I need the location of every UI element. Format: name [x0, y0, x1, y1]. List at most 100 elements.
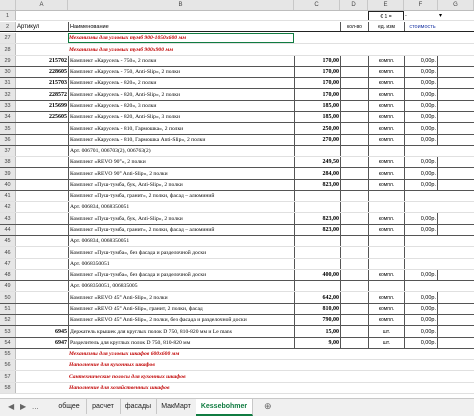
cost-cell[interactable]: 0,00р.	[404, 135, 438, 145]
price-cell[interactable]: 170,00	[294, 89, 340, 100]
qty-cell[interactable]	[340, 56, 368, 66]
name-cell[interactable]: Комплект «Карусель - 810, Гармошка Anti-…	[68, 135, 294, 145]
price-cell[interactable]	[294, 349, 340, 359]
price-cell[interactable]: 400,00	[294, 270, 340, 280]
row-number[interactable]: 45	[0, 236, 16, 246]
unit-cell[interactable]: компл.	[368, 225, 404, 235]
column-header-e[interactable]: E	[368, 0, 404, 10]
name-cell[interactable]: Арт. 006834, 0068350051	[68, 236, 294, 246]
price-cell[interactable]: 15,00	[294, 326, 340, 337]
article-cell[interactable]: 215702	[16, 56, 68, 66]
unit-cell[interactable]: компл.	[368, 89, 404, 100]
row-number[interactable]: 46	[0, 247, 16, 258]
header-name-cell[interactable]: Наименование	[68, 22, 294, 31]
column-header-a[interactable]: A	[16, 0, 68, 10]
price-cell[interactable]	[294, 259, 340, 269]
article-cell[interactable]	[16, 360, 68, 370]
qty-cell[interactable]	[340, 326, 368, 337]
cost-cell[interactable]	[404, 146, 438, 156]
article-cell[interactable]	[16, 168, 68, 179]
qty-cell[interactable]	[340, 281, 368, 291]
article-cell[interactable]	[16, 292, 68, 303]
name-cell[interactable]: Комплект «Карусель - 750, Anti-Slip», 2 …	[68, 67, 294, 77]
more-tabs-icon[interactable]: ...	[32, 399, 39, 414]
qty-cell[interactable]	[340, 292, 368, 303]
cost-cell[interactable]: 0,00р.	[404, 101, 438, 111]
name-cell[interactable]: Сантехнические полосы для кухонных шкафо…	[68, 371, 294, 382]
row-number[interactable]: 58	[0, 383, 16, 393]
article-cell[interactable]	[16, 247, 68, 258]
article-cell[interactable]	[16, 123, 68, 134]
row-number[interactable]: 44	[0, 225, 16, 235]
unit-cell[interactable]	[368, 281, 404, 291]
name-cell[interactable]: Механизмы для угловых шкафов 600х600 мм	[68, 349, 294, 359]
tab-kessebohmer[interactable]: Kessebohmer	[196, 399, 253, 416]
cost-cell[interactable]: 0,00р.	[404, 180, 438, 190]
row-number[interactable]: 32	[0, 89, 16, 100]
cost-cell[interactable]: 0,00р.	[404, 304, 438, 314]
row-number[interactable]: 49	[0, 281, 16, 291]
qty-cell[interactable]	[340, 304, 368, 314]
article-cell[interactable]	[16, 135, 68, 145]
price-cell[interactable]	[294, 202, 340, 212]
cost-cell[interactable]	[404, 191, 438, 201]
cost-cell[interactable]: 0,00р.	[404, 338, 438, 348]
unit-cell[interactable]: компл.	[368, 157, 404, 167]
row-number[interactable]: 35	[0, 123, 16, 134]
qty-cell[interactable]	[340, 67, 368, 77]
name-cell[interactable]: Комплект «Пуш-тумба, бук, Anti-Slip», 2 …	[68, 213, 294, 224]
cost-cell[interactable]: 0,00р.	[404, 112, 438, 122]
name-cell[interactable]: Механизмы для угловых тумб 900-1050х600 …	[68, 33, 294, 43]
price-cell[interactable]	[294, 146, 340, 156]
unit-cell[interactable]	[368, 360, 404, 370]
price-cell[interactable]: 170,00	[294, 78, 340, 88]
price-cell[interactable]: 810,00	[294, 304, 340, 314]
euro-label-cell[interactable]: € 1 =	[368, 11, 404, 20]
row-number[interactable]: 28	[0, 44, 16, 55]
qty-cell[interactable]	[340, 101, 368, 111]
qty-cell[interactable]	[340, 371, 368, 382]
unit-cell[interactable]	[368, 33, 404, 43]
cost-cell[interactable]	[404, 259, 438, 269]
cost-cell[interactable]: 0,00р.	[404, 270, 438, 280]
qty-cell[interactable]	[340, 247, 368, 258]
row-number[interactable]: 41	[0, 191, 16, 201]
qty-cell[interactable]	[340, 33, 368, 43]
price-cell[interactable]: 790,00	[294, 315, 340, 325]
cost-cell[interactable]	[404, 349, 438, 359]
column-header-d[interactable]: D	[340, 0, 368, 10]
article-cell[interactable]	[16, 304, 68, 314]
qty-cell[interactable]	[340, 383, 368, 393]
article-cell[interactable]	[16, 146, 68, 156]
cost-cell[interactable]	[404, 44, 438, 55]
article-cell[interactable]	[16, 33, 68, 43]
unit-cell[interactable]: компл.	[368, 56, 404, 66]
name-cell[interactable]: Комплект «Карусель - 820, Anti-Slip», 3 …	[68, 112, 294, 122]
article-cell[interactable]	[16, 213, 68, 224]
cost-cell[interactable]	[404, 33, 438, 43]
name-cell[interactable]: Комплект «Карусель - 820», 3 полки	[68, 101, 294, 111]
column-header-c[interactable]: C	[294, 0, 340, 10]
cost-cell[interactable]	[404, 281, 438, 291]
name-cell[interactable]: Арт. 006834, 0068350051	[68, 202, 294, 212]
name-cell[interactable]: Наполнение для хозяйственных шкафов	[68, 383, 294, 393]
name-cell[interactable]: Комплект «REVO 45° Anti-Slip», 2 полки, …	[68, 315, 294, 325]
qty-cell[interactable]	[340, 112, 368, 122]
qty-cell[interactable]	[340, 236, 368, 246]
article-cell[interactable]	[16, 180, 68, 190]
unit-cell[interactable]: компл.	[368, 304, 404, 314]
row-number[interactable]: 57	[0, 371, 16, 382]
row-number[interactable]: 54	[0, 338, 16, 348]
cost-cell[interactable]: 0,00р.	[404, 56, 438, 66]
unit-cell[interactable]: компл.	[368, 135, 404, 145]
article-cell[interactable]	[16, 383, 68, 393]
name-cell[interactable]: Арт. 0068350051	[68, 259, 294, 269]
row-number[interactable]: 36	[0, 135, 16, 145]
name-cell[interactable]: Держатель крышек для круглых полок D 750…	[68, 326, 294, 337]
cost-cell[interactable]: 0,00р.	[404, 157, 438, 167]
cost-cell[interactable]	[404, 371, 438, 382]
unit-cell[interactable]: компл.	[368, 213, 404, 224]
name-cell[interactable]: Разделитель для круглых полок D 750, 810…	[68, 338, 294, 348]
qty-cell[interactable]	[340, 213, 368, 224]
header-article-cell[interactable]: Артикул	[16, 22, 68, 31]
